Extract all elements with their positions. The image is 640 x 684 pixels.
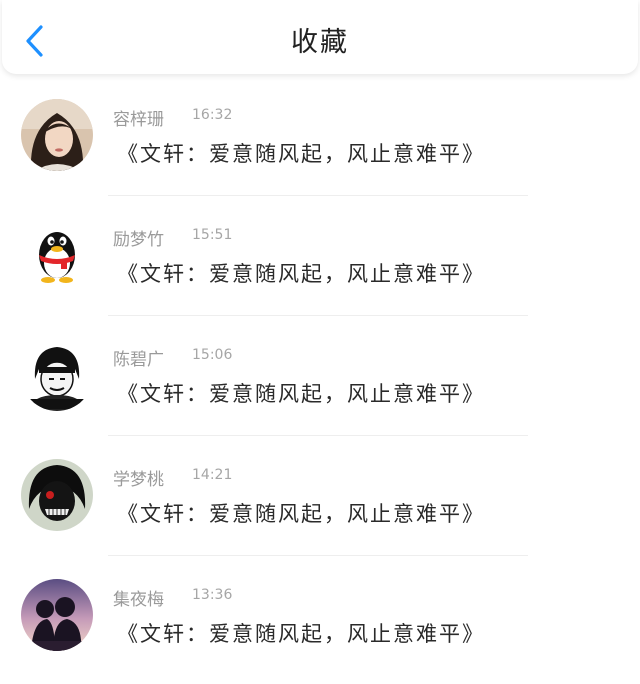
anime-mask-avatar (21, 459, 93, 531)
divider (108, 315, 528, 316)
favorites-list: 容梓珊 16:32 《文轩：爱意随风起，风止意难平》 励梦竹 15:51 《文轩… (0, 84, 640, 684)
sender-name: 励梦竹 (113, 230, 164, 250)
message-text: 《文轩：爱意随风起，风止意难平》 (117, 622, 485, 646)
sender-name: 集夜梅 (113, 590, 164, 610)
qq-penguin-avatar (21, 219, 93, 291)
divider (108, 195, 528, 196)
avatar[interactable] (21, 219, 93, 291)
message-text: 《文轩：爱意随风起，风止意难平》 (117, 382, 485, 406)
message-text: 《文轩：爱意随风起，风止意难平》 (117, 142, 485, 166)
avatar[interactable] (21, 99, 93, 171)
timestamp: 14:21 (192, 467, 233, 483)
list-item[interactable]: 学梦桃 14:21 《文轩：爱意随风起，风止意难平》 (0, 444, 640, 564)
meme-face-avatar (21, 339, 93, 411)
divider (108, 435, 528, 436)
page-title: 收藏 (291, 27, 349, 58)
avatar[interactable] (21, 579, 93, 651)
sunset-couple-avatar (21, 579, 93, 651)
sender-name: 学梦桃 (113, 470, 164, 490)
sender-name: 陈碧广 (113, 350, 164, 370)
timestamp: 15:06 (192, 347, 233, 363)
timestamp: 13:36 (192, 587, 233, 603)
timestamp: 15:51 (192, 227, 233, 243)
list-item[interactable]: 陈碧广 15:06 《文轩：爱意随风起，风止意难平》 (0, 324, 640, 444)
divider (108, 555, 528, 556)
timestamp: 16:32 (192, 107, 233, 123)
top-bar: 收藏 (2, 0, 638, 74)
avatar[interactable] (21, 339, 93, 411)
message-text: 《文轩：爱意随风起，风止意难平》 (117, 502, 485, 526)
list-item[interactable]: 集夜梅 13:36 《文轩：爱意随风起，风止意难平》 (0, 564, 640, 684)
sender-name: 容梓珊 (113, 110, 164, 130)
avatar[interactable] (21, 459, 93, 531)
list-item[interactable]: 励梦竹 15:51 《文轩：爱意随风起，风止意难平》 (0, 204, 640, 324)
list-item[interactable]: 容梓珊 16:32 《文轩：爱意随风起，风止意难平》 (0, 84, 640, 204)
girl-portrait-avatar (21, 99, 93, 171)
message-text: 《文轩：爱意随风起，风止意难平》 (117, 262, 485, 286)
